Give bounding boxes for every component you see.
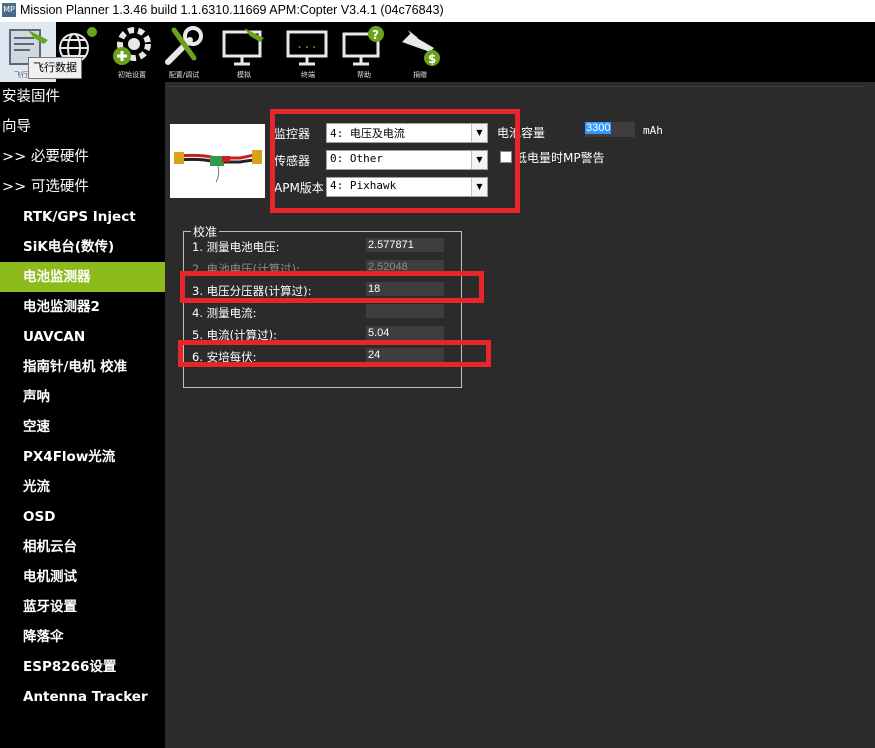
app-icon: MP xyxy=(2,3,16,17)
measured-voltage-input[interactable]: 2.577871 xyxy=(366,238,444,252)
amps-per-volt-input[interactable]: 24 xyxy=(366,348,444,362)
title-bar: MP Mission Planner 1.3.46 build 1.1.6310… xyxy=(0,0,875,23)
sidebar-item-battery-monitor-label: 电池监测器 xyxy=(23,269,91,285)
config-tuning-label: 配置/调试 xyxy=(168,71,200,79)
sidebar-item-antenna-tracker[interactable]: Antenna Tracker xyxy=(0,682,188,712)
initial-setup-icon xyxy=(113,27,151,65)
config-tuning-button[interactable]: 配置/调试 xyxy=(156,22,212,82)
sidebar-item-compass-motor-calib[interactable]: 指南针/电机 校准 xyxy=(0,352,188,382)
svg-text:$: $ xyxy=(428,52,436,66)
calculated-current-label: 5. 电流(计算过): xyxy=(192,328,277,342)
apm-version-label: APM版本 xyxy=(274,181,324,195)
amps-per-volt-label: 6. 安培每伏: xyxy=(192,350,257,364)
capacity-unit: mAh xyxy=(643,124,663,137)
sensor-select-value: 0: Other xyxy=(330,152,383,165)
main-toolbar: 飞行数据 初始设置 配置/调试 xyxy=(0,22,875,82)
monitor-label: 监控器 xyxy=(274,127,311,141)
simulation-label: 模拟 xyxy=(237,71,251,79)
help-label: 帮助 xyxy=(357,71,371,79)
sensor-select[interactable]: 0: Other ▼ xyxy=(326,150,488,170)
donate-icon: $ xyxy=(402,30,440,66)
capacity-label: 电池容量 xyxy=(497,126,546,140)
battery-monitor-panel: 监控器 4: 电压及电流 ▼ 传感器 0: Other ▼ APM版本 4: P… xyxy=(165,82,875,748)
chevron-down-icon: ▼ xyxy=(471,178,487,196)
sidebar-item-bluetooth-setup[interactable]: 蓝牙设置 xyxy=(0,592,188,622)
sidebar-item-sik-radio[interactable]: SiK电台(数传) xyxy=(0,232,188,262)
svg-text:?: ? xyxy=(372,28,379,42)
sidebar-item-install-firmware[interactable]: 安装固件 xyxy=(0,82,167,112)
sidebar-item-camera-gimbal[interactable]: 相机云台 xyxy=(0,532,188,562)
sidebar-item-rtk-gps-inject[interactable]: RTK/GPS Inject xyxy=(0,202,188,232)
window-title: Mission Planner 1.3.46 build 1.1.6310.11… xyxy=(20,3,444,17)
capacity-input[interactable]: 3300 xyxy=(585,122,635,137)
capacity-value: 3300 xyxy=(585,122,612,134)
simulation-button[interactable]: 模拟 xyxy=(216,22,272,82)
sidebar-item-osd[interactable]: OSD xyxy=(0,502,188,532)
sidebar-item-optional-hardware[interactable]: >> 可选硬件 xyxy=(0,172,167,202)
svg-text:...: ... xyxy=(296,37,318,51)
toolbar-tooltip: 飞行数据 xyxy=(28,57,82,79)
voltage-divider-input[interactable]: 18 xyxy=(366,282,444,296)
help-icon: ? xyxy=(342,26,384,66)
top-divider xyxy=(165,86,865,87)
initial-setup-label: 初始设置 xyxy=(118,71,146,79)
chevron-down-icon: ▼ xyxy=(471,151,487,169)
sidebar-item-px4flow[interactable]: PX4Flow光流 xyxy=(0,442,188,472)
sidebar-item-parachute[interactable]: 降落伞 xyxy=(0,622,188,652)
donate-label: 捐赠 xyxy=(413,71,427,79)
terminal-button[interactable]: ... 终端 xyxy=(280,22,336,82)
sensor-label: 传感器 xyxy=(274,154,311,168)
measured-current-label: 4. 测量电流: xyxy=(192,306,257,320)
config-tuning-icon xyxy=(165,26,203,65)
initial-setup-button[interactable]: 初始设置 xyxy=(104,22,160,82)
simulation-icon xyxy=(222,28,264,66)
terminal-icon: ... xyxy=(286,30,328,66)
voltage-divider-label: 3. 电压分压器(计算过): xyxy=(192,284,312,298)
help-button[interactable]: ? 帮助 xyxy=(336,22,392,82)
terminal-label: 终端 xyxy=(301,71,315,79)
setup-sidebar: 安装固件 向导 >> 必要硬件 >> 可选硬件 RTK/GPS Inject S… xyxy=(0,82,188,748)
low-battery-warning-checkbox[interactable] xyxy=(500,151,512,163)
chevron-down-icon: ▼ xyxy=(471,124,487,142)
sidebar-item-esp8266-setup[interactable]: ESP8266设置 xyxy=(0,652,188,682)
low-battery-warning-label: 低电量时MP警告 xyxy=(515,151,605,165)
monitor-select-value: 4: 电压及电流 xyxy=(330,127,405,140)
monitor-select[interactable]: 4: 电压及电流 ▼ xyxy=(326,123,488,143)
sidebar-item-battery-monitor-2[interactable]: 电池监测器2 xyxy=(0,292,188,322)
measured-voltage-label: 1. 测量电池电压: xyxy=(192,240,280,254)
measured-current-input[interactable] xyxy=(366,304,444,318)
calculated-current-input[interactable]: 5.04 xyxy=(366,326,444,340)
donate-button[interactable]: $ 捐赠 xyxy=(392,22,448,82)
sidebar-item-battery-monitor[interactable]: 电池监测器 xyxy=(0,262,188,292)
sidebar-item-wizard[interactable]: 向导 xyxy=(0,112,167,142)
calibration-group: 校准 1. 测量电池电压: 2.577871 2. 电池电压(计算过): 2.5… xyxy=(183,223,462,388)
sidebar-item-motor-test[interactable]: 电机测试 xyxy=(0,562,188,592)
battery-module-image xyxy=(170,124,265,198)
sidebar-item-airspeed[interactable]: 空速 xyxy=(0,412,188,442)
sidebar-item-optical-flow[interactable]: 光流 xyxy=(0,472,188,502)
sidebar-item-mandatory-hardware[interactable]: >> 必要硬件 xyxy=(0,142,167,172)
calculated-voltage-label: 2. 电池电压(计算过): xyxy=(192,262,300,276)
sidebar-item-uavcan[interactable]: UAVCAN xyxy=(0,322,188,352)
calibration-title: 校准 xyxy=(191,223,220,240)
apm-version-select[interactable]: 4: Pixhawk ▼ xyxy=(326,177,488,197)
apm-version-select-value: 4: Pixhawk xyxy=(330,179,397,192)
calculated-voltage-input[interactable]: 2.52048 xyxy=(366,260,444,274)
sidebar-item-sonar[interactable]: 声呐 xyxy=(0,382,188,412)
